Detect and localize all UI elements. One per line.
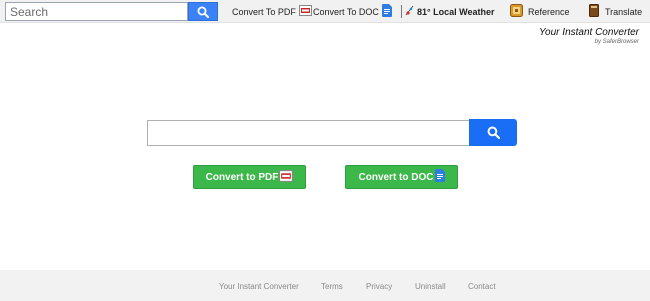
toolbar-search-input[interactable]: [5, 2, 188, 21]
toolbar-divider: [401, 5, 402, 18]
doc-icon: [434, 169, 445, 185]
footer-link-terms[interactable]: Terms: [321, 282, 343, 291]
pdf-icon: [298, 5, 312, 18]
footer: Your Instant Converter Terms Privacy Uni…: [0, 270, 650, 301]
main-search-button[interactable]: [469, 119, 517, 146]
convert-to-pdf-button[interactable]: Convert to PDF: [193, 165, 306, 189]
toolbar-convert-pdf[interactable]: Convert To PDF: [232, 0, 312, 23]
brand-logo: Your Instant Converter by SaferBrowser: [539, 27, 639, 46]
toolbar-reference[interactable]: Reference: [510, 0, 570, 23]
doc-icon: [381, 4, 392, 19]
page: Convert To PDF Convert To DOC: [0, 0, 650, 301]
toolbar-convert-doc[interactable]: Convert To DOC: [313, 0, 392, 23]
toolbar-weather[interactable]: 81° Local Weather: [405, 0, 494, 23]
toolbar-convert-pdf-label: Convert To PDF: [232, 6, 296, 17]
toolbar: Convert To PDF Convert To DOC: [0, 0, 650, 23]
convert-to-doc-button[interactable]: Convert to DOC: [345, 165, 458, 189]
search-icon: [487, 126, 500, 139]
toolbar-weather-label: 81° Local Weather: [417, 6, 495, 17]
toolbar-search-button[interactable]: [188, 2, 218, 21]
footer-link-privacy[interactable]: Privacy: [366, 282, 392, 291]
footer-link-uninstall[interactable]: Uninstall: [415, 282, 446, 291]
toolbar-translate[interactable]: Translate: [589, 0, 642, 23]
convert-to-pdf-label: Convert to PDF: [205, 171, 279, 183]
pdf-icon: [279, 169, 294, 185]
translate-icon: [589, 4, 599, 19]
toolbar-reference-label: Reference: [528, 6, 570, 17]
toolbar-convert-doc-label: Convert To DOC: [313, 6, 379, 17]
search-icon: [197, 6, 209, 18]
reference-icon: [510, 4, 523, 19]
brand-subtitle: by SaferBrowser: [594, 39, 639, 45]
footer-link-contact[interactable]: Contact: [468, 282, 496, 291]
brand-title: Your Instant Converter: [538, 27, 639, 38]
convert-to-doc-label: Convert to DOC: [358, 171, 434, 183]
main-search-input[interactable]: [147, 120, 469, 146]
footer-link-your-instant-converter[interactable]: Your Instant Converter: [219, 282, 299, 291]
weather-icon: [405, 5, 414, 18]
toolbar-translate-label: Translate: [605, 6, 643, 17]
